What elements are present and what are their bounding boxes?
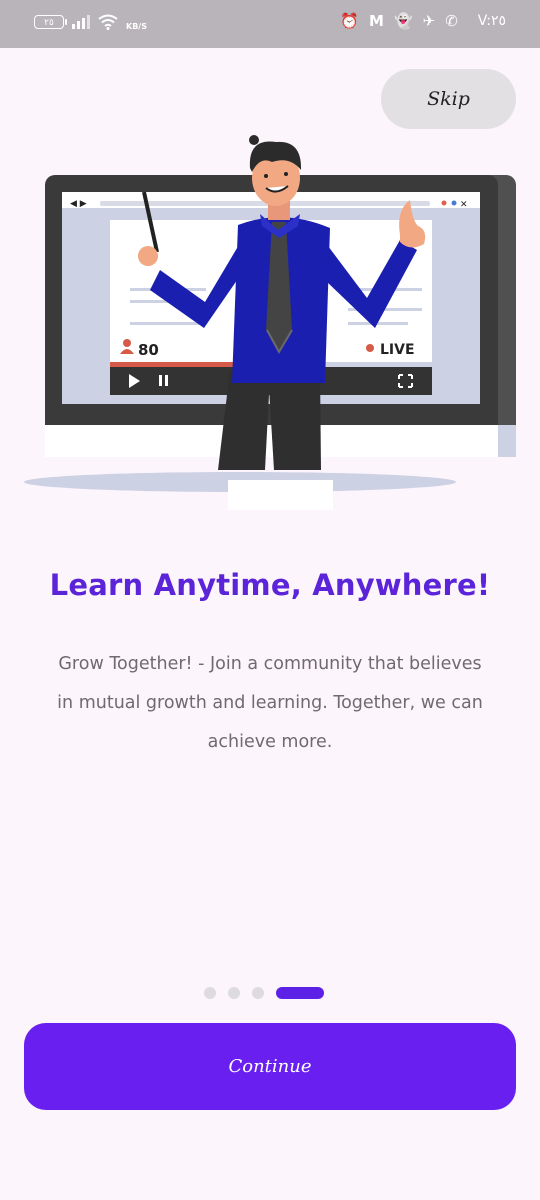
status-left: ٢٥ KB/S bbox=[34, 13, 147, 31]
status-bar: ٢٥ KB/S ⏰ M 👻 ✈ ✆ V:٢٥ bbox=[0, 0, 540, 48]
snapchat-icon: 👻 bbox=[393, 12, 413, 30]
hero-illustration: ◀ ▶ ✕ 80 LIVE bbox=[24, 135, 516, 510]
skip-button[interactable]: Skip bbox=[381, 69, 516, 129]
wifi-icon bbox=[98, 14, 118, 30]
gmail-icon: M bbox=[369, 12, 384, 30]
viewer-count: 80 bbox=[138, 341, 159, 359]
page-title: Learn Anytime, Anywhere! bbox=[49, 568, 491, 602]
battery-icon: ٢٥ bbox=[34, 15, 67, 29]
telegram-icon: ✈ bbox=[422, 12, 436, 30]
live-label: LIVE bbox=[380, 342, 415, 358]
continue-button[interactable]: Continue bbox=[24, 1023, 516, 1110]
status-right: ⏰ M 👻 ✈ ✆ V:٢٥ bbox=[340, 12, 506, 30]
clock: V:٢٥ bbox=[477, 13, 506, 29]
page-indicator bbox=[204, 987, 324, 999]
whatsapp-icon: ✆ bbox=[445, 12, 458, 30]
signal-icon bbox=[72, 15, 90, 29]
alarm-icon: ⏰ bbox=[340, 12, 360, 30]
svg-text:✕: ✕ bbox=[460, 200, 468, 210]
page-dot-4-active bbox=[276, 987, 324, 999]
page-dot-1 bbox=[204, 987, 216, 999]
net-speed: KB/S bbox=[126, 22, 147, 31]
page-dot-3 bbox=[252, 987, 264, 999]
page-description: Grow Together! - Join a community that b… bbox=[57, 654, 483, 752]
svg-text:◀ ▶: ◀ ▶ bbox=[70, 199, 87, 209]
page-dot-2 bbox=[228, 987, 240, 999]
